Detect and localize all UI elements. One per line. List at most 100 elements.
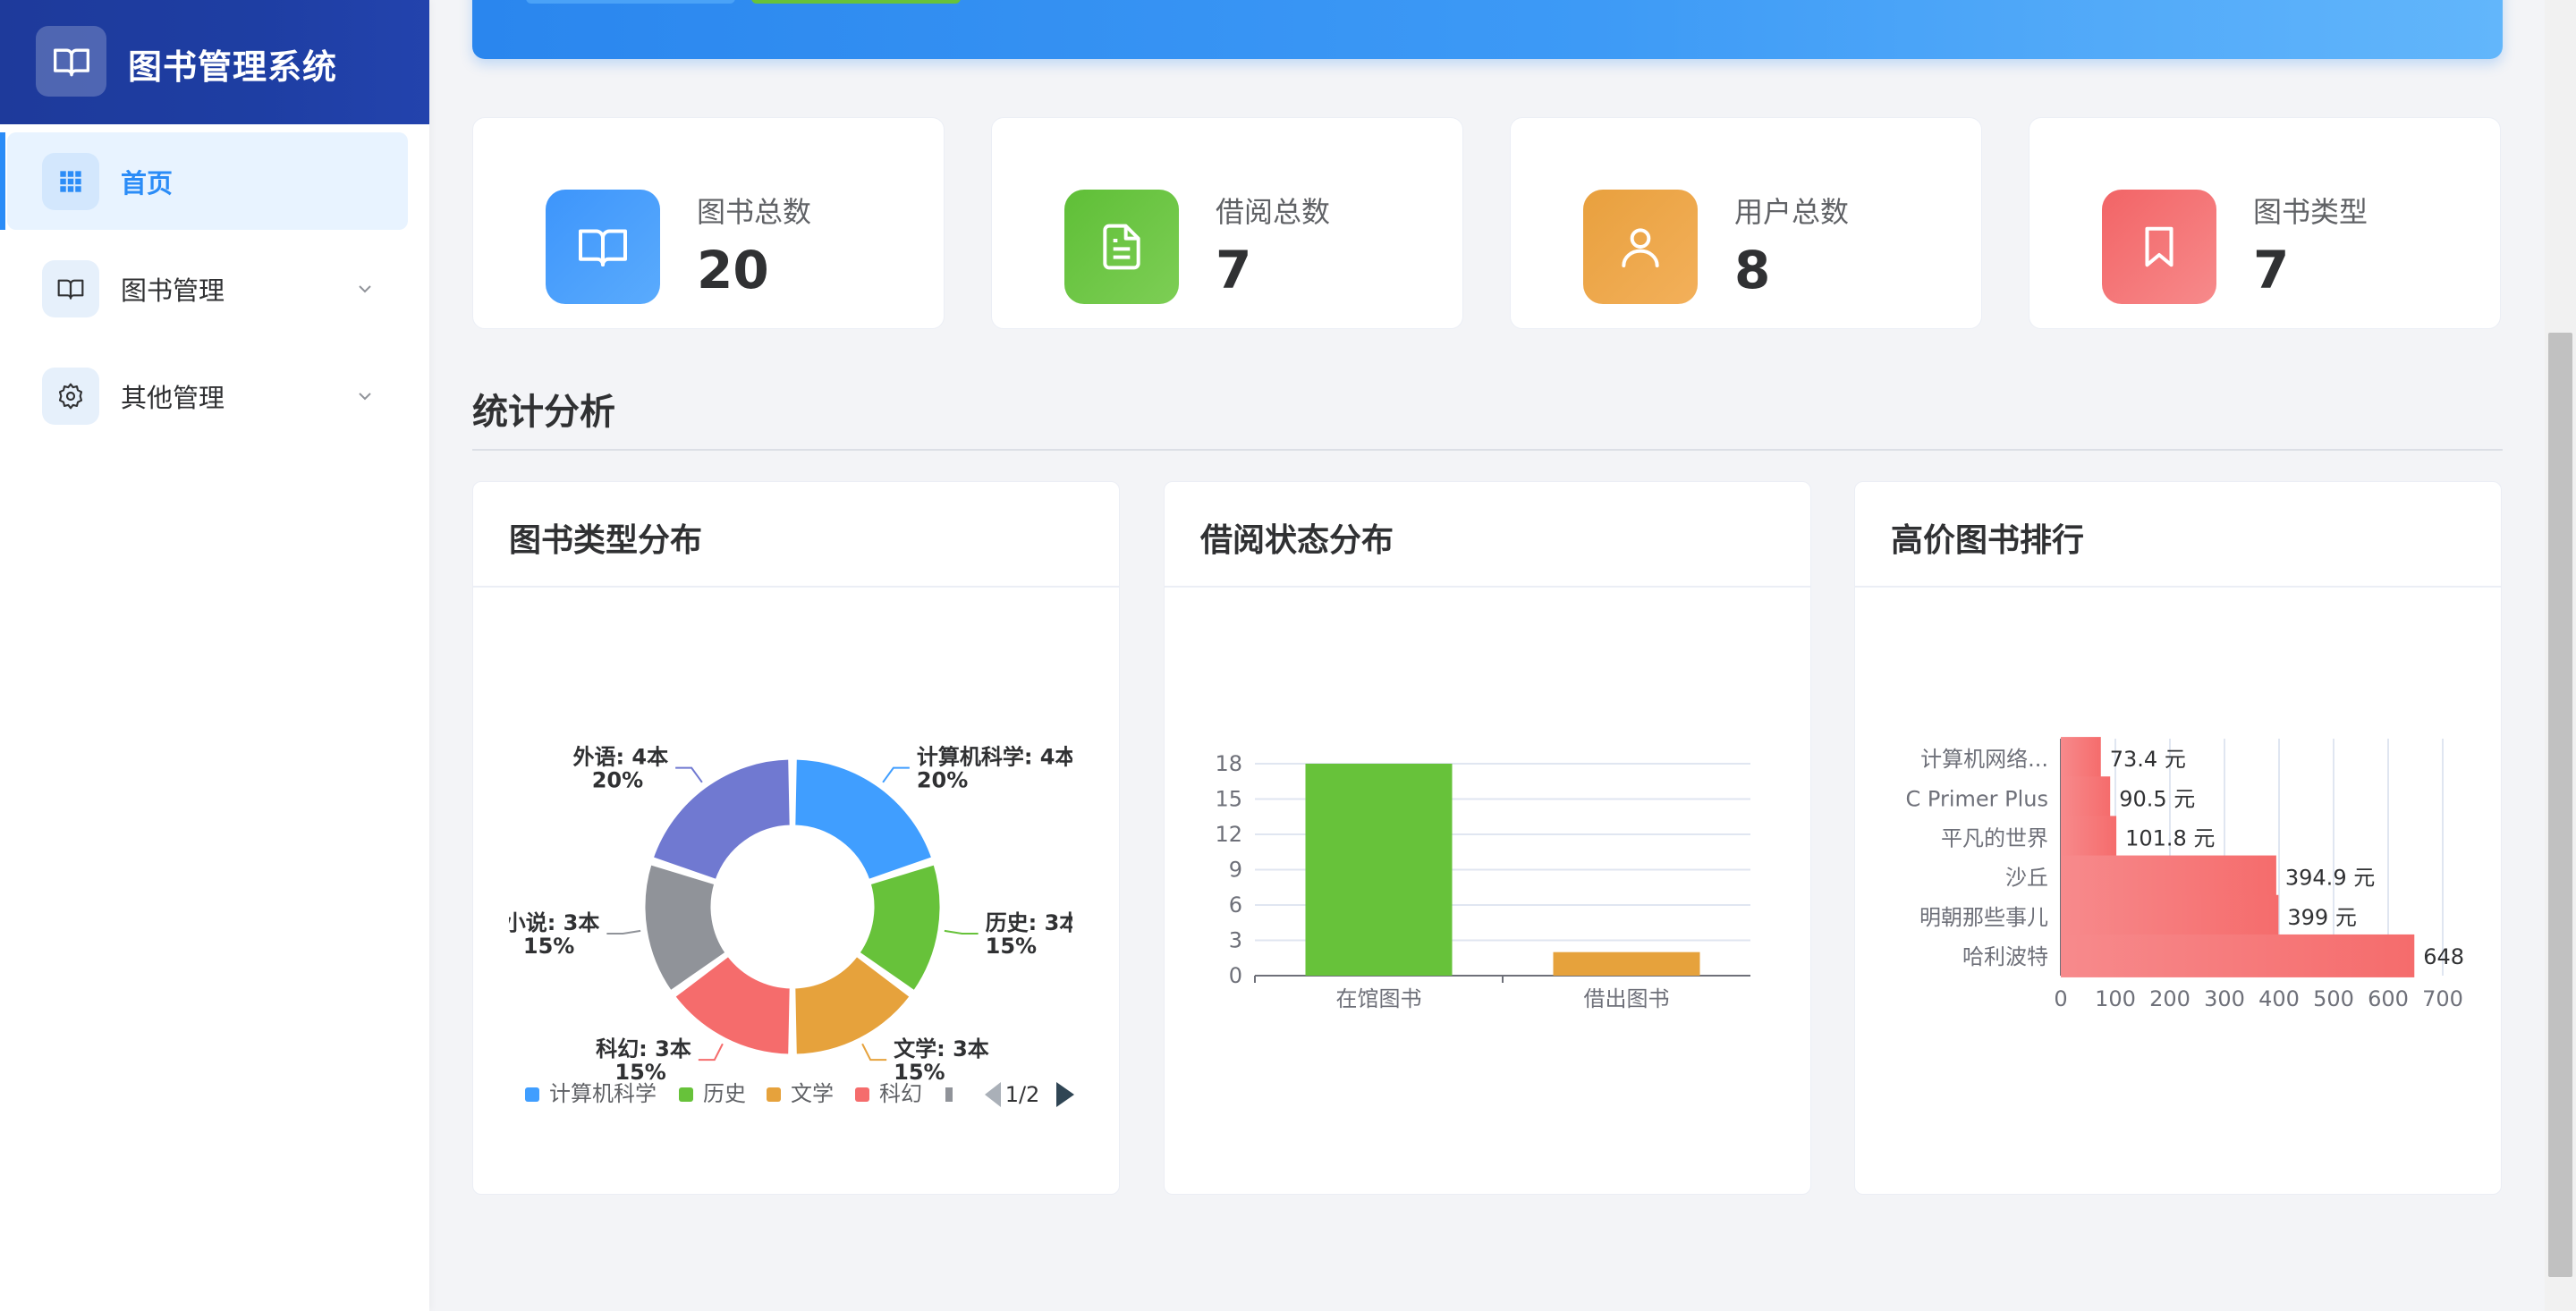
- y-tick-label: 18: [1215, 751, 1242, 776]
- stat-value: 7: [1216, 240, 1252, 300]
- pie-percent: 20%: [592, 768, 643, 793]
- legend-swatch: [525, 1087, 539, 1102]
- stat-label: 图书总数: [697, 195, 812, 229]
- pie-leader-line: [944, 929, 979, 935]
- panel-title: 借阅状态分布: [1200, 522, 1394, 559]
- panel-header: 高价图书排行: [1855, 482, 2501, 588]
- welcome-banner: [472, 0, 2503, 59]
- pie-label: 科幻: 3本: [596, 1036, 691, 1061]
- x-tick-label: 600: [2368, 986, 2409, 1011]
- x-tick-label: 400: [2258, 986, 2300, 1011]
- bar: [2061, 816, 2117, 859]
- stat-card-categories: 图书类型 7: [2029, 117, 2501, 329]
- chevron-down-icon: [359, 284, 371, 292]
- bar-value-label: 73.4 元: [2110, 747, 2186, 772]
- bar: [2061, 855, 2276, 899]
- sidebar-item-book-management[interactable]: 图书管理: [7, 240, 408, 337]
- pie-label: 历史: 3本: [986, 910, 1081, 935]
- y-tick-label: 6: [1229, 892, 1242, 918]
- sidebar-item-other-management[interactable]: 其他管理: [7, 347, 408, 444]
- bar: [2061, 776, 2111, 820]
- y-tick-label: 9: [1229, 858, 1242, 883]
- stat-value: 7: [2253, 240, 2290, 300]
- section-title: 统计分析: [472, 392, 615, 433]
- panel-title: 图书类型分布: [509, 522, 703, 559]
- bar-value-label: 394.9 元: [2285, 866, 2375, 891]
- document-icon: [1064, 190, 1179, 304]
- y-tick-label: 平凡的世界: [1941, 825, 2048, 850]
- x-tick-label: 在馆图书: [1336, 986, 1422, 1011]
- bar: [1553, 952, 1700, 976]
- horizontal-bar-chart: 0 100 200 300 400 500 600 700 计算机网络... 73.4 元 C Pr…: [1906, 737, 2464, 1011]
- y-tick-label: 12: [1215, 822, 1242, 847]
- pie-slice: [650, 757, 792, 882]
- stat-card-borrows: 借阅总数 7: [991, 117, 1463, 329]
- y-tick-label: 明朝那些事儿: [1919, 905, 2048, 930]
- grid-icon: [42, 152, 99, 210]
- y-tick-label: 15: [1215, 787, 1242, 812]
- sidebar-item-label: 图书管理: [121, 275, 225, 306]
- y-tick-label: 沙丘: [2005, 866, 2048, 891]
- bookmark-icon: [2102, 190, 2216, 304]
- legend-label: 文学: [791, 1081, 834, 1106]
- pie-leader-line: [606, 929, 641, 935]
- stat-value: 8: [1734, 240, 1771, 300]
- panel-category-distribution: 图书类型分布 计算机科学: 4本 20% 历史: 3本 15% 文学: 3本 15% 科幻:…: [472, 481, 1120, 1195]
- stat-value: 20: [697, 240, 769, 300]
- banner-button[interactable]: [526, 0, 735, 4]
- pie-percent: 15%: [986, 934, 1037, 959]
- x-tick-label: 0: [2054, 986, 2067, 1011]
- sidebar: 图书管理系统 首页 图书管理 其他管理: [0, 0, 429, 1311]
- bar: [2061, 894, 2279, 938]
- legend-swatch: [945, 1087, 953, 1102]
- banner-button[interactable]: [751, 0, 961, 4]
- panel-header: 借阅状态分布: [1165, 482, 1810, 588]
- legend-next-icon: [1056, 1082, 1074, 1107]
- book-open-icon: [42, 259, 99, 317]
- panel-title: 高价图书排行: [1891, 522, 2085, 559]
- stat-label: 用户总数: [1734, 195, 1850, 229]
- panel-price-ranking: 高价图书排行 0 100 200 300 400 500 600 700 计算机网络... 73.…: [1854, 481, 2502, 1195]
- pie-leader-line: [675, 766, 703, 783]
- chevron-down-icon: [359, 392, 371, 400]
- x-tick-label: 500: [2313, 986, 2354, 1011]
- gear-icon: [42, 367, 99, 425]
- pie-leader-line: [861, 1043, 887, 1061]
- legend-label: 科幻: [879, 1081, 922, 1106]
- pie-slice: [792, 757, 935, 882]
- book-open-icon: [546, 190, 660, 304]
- stat-label: 图书类型: [2253, 195, 2368, 229]
- pie-percent: 20%: [917, 768, 968, 793]
- brand-header: 图书管理系统: [0, 0, 429, 124]
- bar: [2061, 737, 2101, 781]
- bar-value-label: 648: [2423, 944, 2464, 969]
- x-tick-label: 700: [2422, 986, 2463, 1011]
- bar: [2061, 934, 2415, 977]
- pie-percent: 15%: [523, 934, 574, 959]
- stat-card-users: 用户总数 8: [1510, 117, 1982, 329]
- legend-label: 计算机科学: [549, 1081, 657, 1106]
- y-tick-label: 计算机网络...: [1920, 747, 2048, 772]
- section-divider: [472, 449, 2503, 451]
- pie-group: 计算机科学: 4本20%历史: 3本15%文学: 3本15%科幻: 3本15%小…: [504, 745, 1081, 1085]
- legend-page: 1/2: [1005, 1082, 1040, 1107]
- x-tick-label: 200: [2149, 986, 2190, 1011]
- y-tick-label: 0: [1229, 963, 1242, 988]
- legend-prev-icon: [985, 1082, 1001, 1107]
- x-tick-label: 借出图书: [1584, 986, 1670, 1011]
- panel-borrow-status: 借阅状态分布 0 3 6 9 12 15 18 在馆图书 借出图书: [1164, 481, 1811, 1195]
- bar-value-label: 399 元: [2287, 905, 2356, 930]
- sidebar-item-label: 首页: [121, 167, 174, 199]
- y-tick-label: 哈利波特: [1962, 944, 2048, 969]
- bar-chart: 0 3 6 9 12 15 18 在馆图书 借出图书: [1215, 751, 1750, 1011]
- legend-swatch: [679, 1087, 693, 1102]
- bar-value-label: 90.5 元: [2119, 786, 2195, 811]
- bar-value-label: 101.8 元: [2125, 825, 2215, 850]
- scrollbar-thumb[interactable]: [2548, 333, 2572, 1277]
- book-open-icon: [36, 26, 106, 97]
- pie-label: 小说: 3本: [504, 910, 600, 935]
- panel-header: 图书类型分布: [473, 482, 1119, 588]
- sidebar-item-home[interactable]: 首页: [0, 132, 408, 230]
- x-tick-label: 300: [2204, 986, 2245, 1011]
- stat-label: 借阅总数: [1216, 195, 1331, 229]
